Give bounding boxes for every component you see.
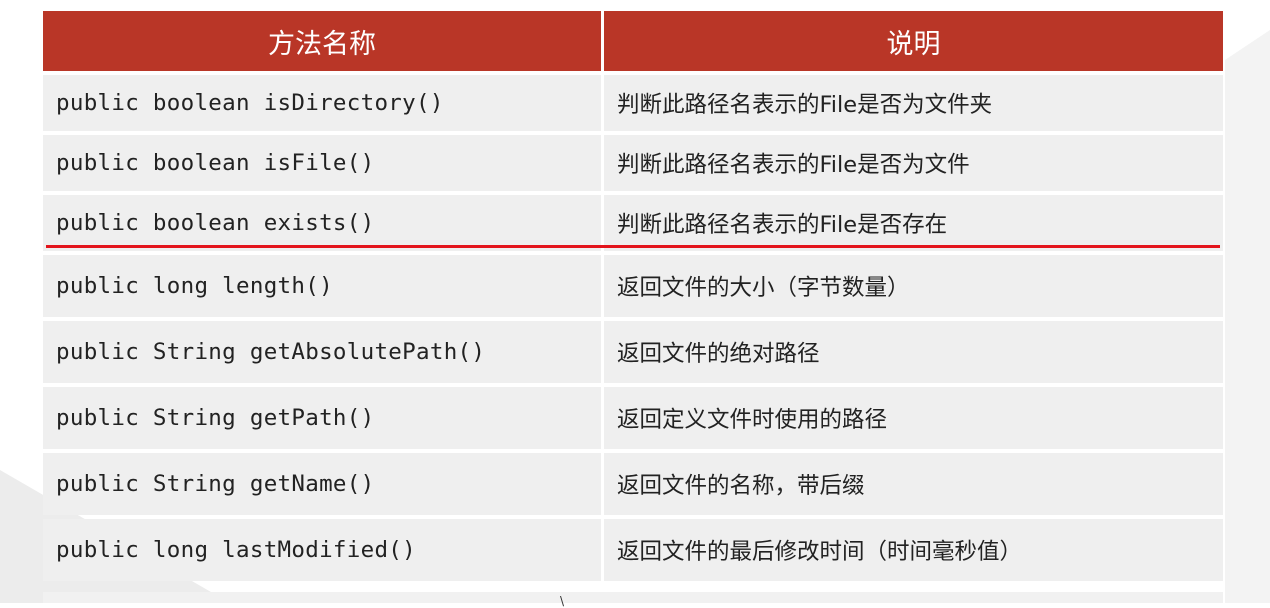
table-row: public long lastModified() 返回文件的最后修改时间（时… bbox=[43, 519, 1223, 581]
red-separator-line bbox=[46, 245, 1220, 248]
method-cell: public boolean exists() bbox=[43, 195, 604, 251]
table-row: public boolean isFile() 判断此路径名表示的File是否为… bbox=[43, 135, 1223, 191]
next-row-partial bbox=[43, 592, 1223, 603]
description-cell: 判断此路径名表示的File是否为文件 bbox=[604, 135, 1223, 191]
method-cell: public boolean isDirectory() bbox=[43, 75, 604, 131]
description-cell: 返回定义文件时使用的路径 bbox=[604, 387, 1223, 449]
cursor-mark: \ bbox=[560, 594, 565, 608]
description-cell: 判断此路径名表示的File是否存在 bbox=[604, 195, 1223, 251]
table-row: public String getPath() 返回定义文件时使用的路径 bbox=[43, 387, 1223, 449]
method-cell: public long lastModified() bbox=[43, 519, 604, 581]
table-row: public long length() 返回文件的大小（字节数量） bbox=[43, 255, 1223, 317]
description-cell: 返回文件的名称，带后缀 bbox=[604, 453, 1223, 515]
header-description: 说明 bbox=[604, 11, 1223, 71]
table-row: public boolean exists() 判断此路径名表示的File是否存… bbox=[43, 195, 1223, 251]
method-cell: public String getAbsolutePath() bbox=[43, 321, 604, 383]
method-cell: public long length() bbox=[43, 255, 604, 317]
method-cell: public boolean isFile() bbox=[43, 135, 604, 191]
description-cell: 返回文件的大小（字节数量） bbox=[604, 255, 1223, 317]
header-method-name: 方法名称 bbox=[43, 11, 604, 71]
table-header-row: 方法名称 说明 bbox=[43, 11, 1223, 71]
table-row: public boolean isDirectory() 判断此路径名表示的Fi… bbox=[43, 75, 1223, 131]
description-cell: 返回文件的最后修改时间（时间毫秒值） bbox=[604, 519, 1223, 581]
description-cell: 判断此路径名表示的File是否为文件夹 bbox=[604, 75, 1223, 131]
method-cell: public String getPath() bbox=[43, 387, 604, 449]
table-row: public String getAbsolutePath() 返回文件的绝对路… bbox=[43, 321, 1223, 383]
table-row: public String getName() 返回文件的名称，带后缀 bbox=[43, 453, 1223, 515]
file-methods-table: 方法名称 说明 public boolean isDirectory() 判断此… bbox=[43, 11, 1223, 585]
description-cell: 返回文件的绝对路径 bbox=[604, 321, 1223, 383]
method-cell: public String getName() bbox=[43, 453, 604, 515]
